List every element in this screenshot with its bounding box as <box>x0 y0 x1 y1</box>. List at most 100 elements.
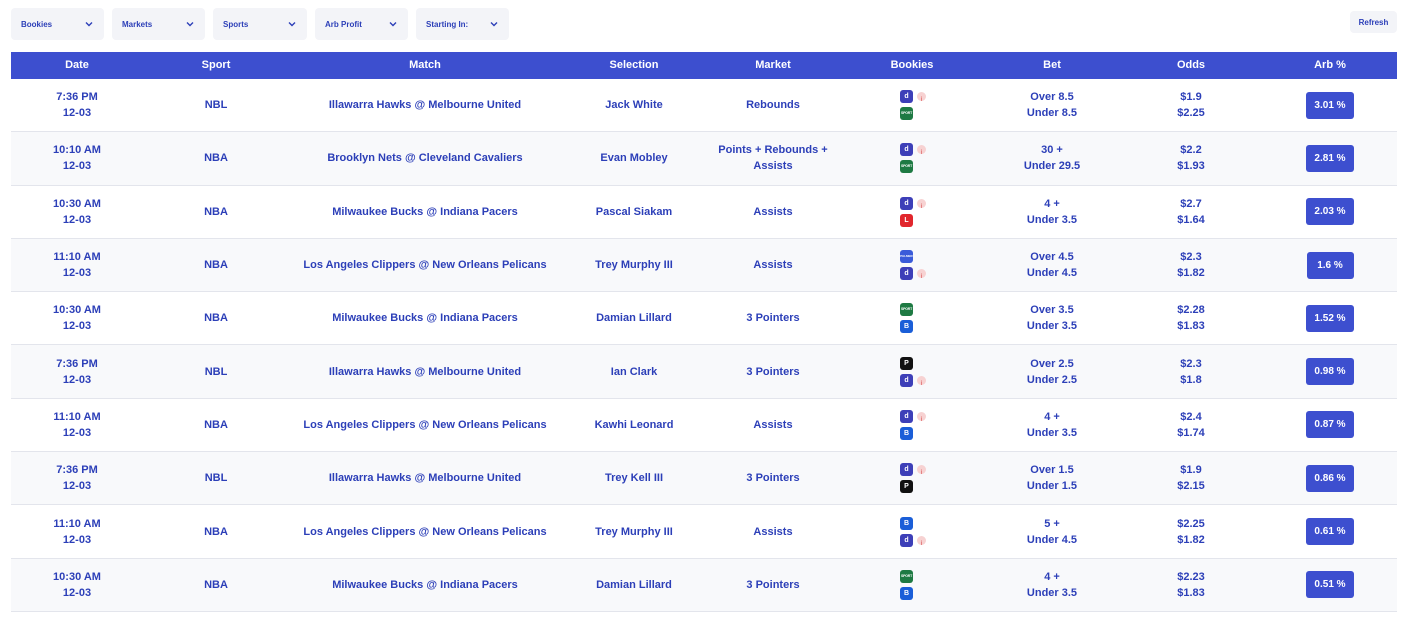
match-name: Los Angeles Clippers @ New Orleans Pelic… <box>303 259 547 272</box>
sport-cell: NBA <box>176 292 256 344</box>
column-header-match[interactable]: Match <box>409 52 441 79</box>
arb-percent-badge[interactable]: 2.81 % <box>1306 144 1354 172</box>
bookie-entry: SPORT <box>900 107 913 121</box>
arb-percent-badge[interactable]: 1.52 % <box>1306 304 1354 332</box>
selection-cell: Pascal Siakam <box>564 186 704 238</box>
chevron-down-icon <box>389 22 397 27</box>
arb-percent-badge[interactable]: 3.01 % <box>1306 91 1354 119</box>
table-row[interactable]: 10:30 AM 12-03 NBA Milwaukee Bucks @ Indian… <box>11 292 1397 346</box>
bet-cell: 4 + Under 3.5 <box>992 186 1112 238</box>
arb-profit-filter-dropdown[interactable]: Arb Profit <box>315 8 408 40</box>
arb-percent-badge[interactable]: 0.98 % <box>1306 358 1354 386</box>
beteasy-logo-icon[interactable]: B <box>900 320 913 334</box>
table-row[interactable]: 10:30 AM 12-03 NBA Milwaukee Bucks @ Indian… <box>11 558 1397 612</box>
bet-line-1: 4 + <box>1044 410 1060 423</box>
table-row[interactable]: 11:10 AM 12-03 NBA Los Angeles Clippers @ N… <box>11 238 1397 293</box>
bookies-filter-dropdown[interactable]: Bookies <box>11 8 104 40</box>
ladbrokes-logo-icon[interactable]: L <box>900 213 913 227</box>
bet-line-2: Under 3.5 <box>1026 320 1078 333</box>
column-header-date[interactable]: Date <box>65 52 89 79</box>
match-cell: Los Angeles Clippers @ New Orleans Pelic… <box>275 505 575 557</box>
table-row[interactable]: 11:10 AM 12-03 NBA Los Angeles Clippers @ N… <box>11 399 1397 453</box>
starting-in-filter-label: Starting In: <box>426 19 469 29</box>
sport-name: NBA <box>204 259 228 272</box>
event-date: 12-03 <box>62 586 92 599</box>
pointsbet-logo-icon[interactable]: P <box>900 356 913 370</box>
dabble-logo-icon[interactable]: d <box>900 267 913 281</box>
bet-cell: 5 + Under 4.5 <box>992 505 1112 557</box>
dabble-logo-icon[interactable]: d <box>900 196 913 210</box>
arb-percent-badge[interactable]: 0.51 % <box>1306 571 1354 599</box>
sport-cell: NBL <box>176 345 256 397</box>
column-header-arb[interactable]: Arb % <box>1314 52 1346 79</box>
bookie-entry: B <box>900 320 913 334</box>
bet-cell: Over 2.5 Under 2.5 <box>992 345 1112 397</box>
selection-cell: Kawhi Leonard <box>564 399 704 451</box>
dabble-logo-icon[interactable]: d <box>900 533 913 547</box>
table-row[interactable]: 7:36 PM 12-03 NBL Illawarra Hawks @ Melbour… <box>11 345 1397 399</box>
odds-2: $2.25 <box>1177 107 1205 120</box>
bookie-entry: P <box>900 356 913 370</box>
bet-line-1: 30 + <box>1041 144 1063 157</box>
arb-percent-badge[interactable]: 1.6 % <box>1306 251 1354 279</box>
starting-in-filter-dropdown[interactable]: Starting In: <box>416 8 509 40</box>
match-cell: Illawarra Hawks @ Melbourne United <box>275 452 575 504</box>
arb-cell: 2.81 % <box>1280 132 1380 184</box>
market-name: Assists <box>753 205 793 218</box>
table-row[interactable]: 11:10 AM 12-03 NBA Los Angeles Clippers @ N… <box>11 505 1397 559</box>
markets-filter-label: Markets <box>122 19 153 29</box>
info-icon: i <box>917 375 926 387</box>
arb-cell: 3.01 % <box>1280 79 1380 131</box>
bet-line-2: Under 29.5 <box>1023 160 1081 173</box>
table-row[interactable]: 10:10 AM 12-03 NBA Brooklyn Nets @ Clevelan… <box>11 132 1397 186</box>
arb-percent-badge[interactable]: 0.61 % <box>1306 518 1354 546</box>
column-header-bookies[interactable]: Bookies <box>891 52 934 79</box>
refresh-button[interactable]: Refresh <box>1350 11 1397 33</box>
arb-percent-badge[interactable]: 0.87 % <box>1306 411 1354 439</box>
sports-filter-label: Sports <box>223 19 249 29</box>
column-header-market[interactable]: Market <box>755 52 790 79</box>
dabble-logo-icon[interactable]: d <box>900 373 913 387</box>
beteasy-logo-icon[interactable]: B <box>900 516 913 530</box>
arb-cell: 0.87 % <box>1280 399 1380 451</box>
pointsbet-logo-icon[interactable]: P <box>900 480 913 494</box>
sportsbet-logo-icon[interactable]: SPORT <box>900 569 913 583</box>
date-cell: 11:10 AM 12-03 <box>22 399 132 451</box>
arb-profit-filter-label: Arb Profit <box>325 19 362 29</box>
match-cell: Brooklyn Nets @ Cleveland Cavaliers <box>275 132 575 184</box>
selection-name: Damian Lillard <box>596 312 672 325</box>
table-row[interactable]: 10:30 AM 12-03 NBA Milwaukee Bucks @ Indian… <box>11 186 1397 239</box>
odds-cell: $2.4 $1.74 <box>1141 399 1241 451</box>
arb-cell: 1.52 % <box>1280 292 1380 344</box>
dabble-logo-icon[interactable]: d <box>900 143 913 157</box>
dabble-logo-icon[interactable]: d <box>900 463 913 477</box>
sportsbet-logo-icon[interactable]: SPORT <box>900 303 913 317</box>
sportsbet-logo-icon[interactable]: SPORT <box>900 160 913 174</box>
arb-percent-badge[interactable]: 0.86 % <box>1306 464 1354 492</box>
sports-filter-dropdown[interactable]: Sports <box>213 8 307 40</box>
dabble-logo-icon[interactable]: d <box>900 90 913 104</box>
odds-cell: $2.25 $1.82 <box>1141 505 1241 557</box>
table-row[interactable]: 7:36 PM 12-03 NBL Illawarra Hawks @ Melbour… <box>11 452 1397 506</box>
beteasy-logo-icon[interactable]: B <box>900 426 913 440</box>
column-header-odds[interactable]: Odds <box>1177 52 1205 79</box>
selection-cell: Trey Murphy III <box>564 505 704 557</box>
column-header-selection[interactable]: Selection <box>610 52 659 79</box>
palmerbet-logo-icon[interactable]: PALMER <box>900 250 913 264</box>
date-cell: 11:10 AM 12-03 <box>22 505 132 557</box>
arb-cell: 1.6 % <box>1280 239 1380 291</box>
table-row[interactable]: 7:36 PM 12-03 NBL Illawarra Hawks @ Melbour… <box>11 79 1397 133</box>
sportsbet-logo-icon[interactable]: SPORT <box>900 107 913 121</box>
column-header-bet[interactable]: Bet <box>1043 52 1061 79</box>
markets-filter-dropdown[interactable]: Markets <box>112 8 205 40</box>
column-header-sport[interactable]: Sport <box>202 52 231 79</box>
beteasy-logo-icon[interactable]: B <box>900 586 913 600</box>
market-name: 3 Pointers <box>746 472 800 485</box>
info-icon: i <box>917 535 926 547</box>
bet-line-2: Under 4.5 <box>1026 533 1078 546</box>
sport-name: NBA <box>204 418 228 431</box>
dabble-logo-icon[interactable]: d <box>900 409 913 423</box>
bookie-entry: B <box>900 426 913 440</box>
arb-percent-badge[interactable]: 2.03 % <box>1306 198 1354 226</box>
odds-2: $1.83 <box>1177 586 1205 599</box>
